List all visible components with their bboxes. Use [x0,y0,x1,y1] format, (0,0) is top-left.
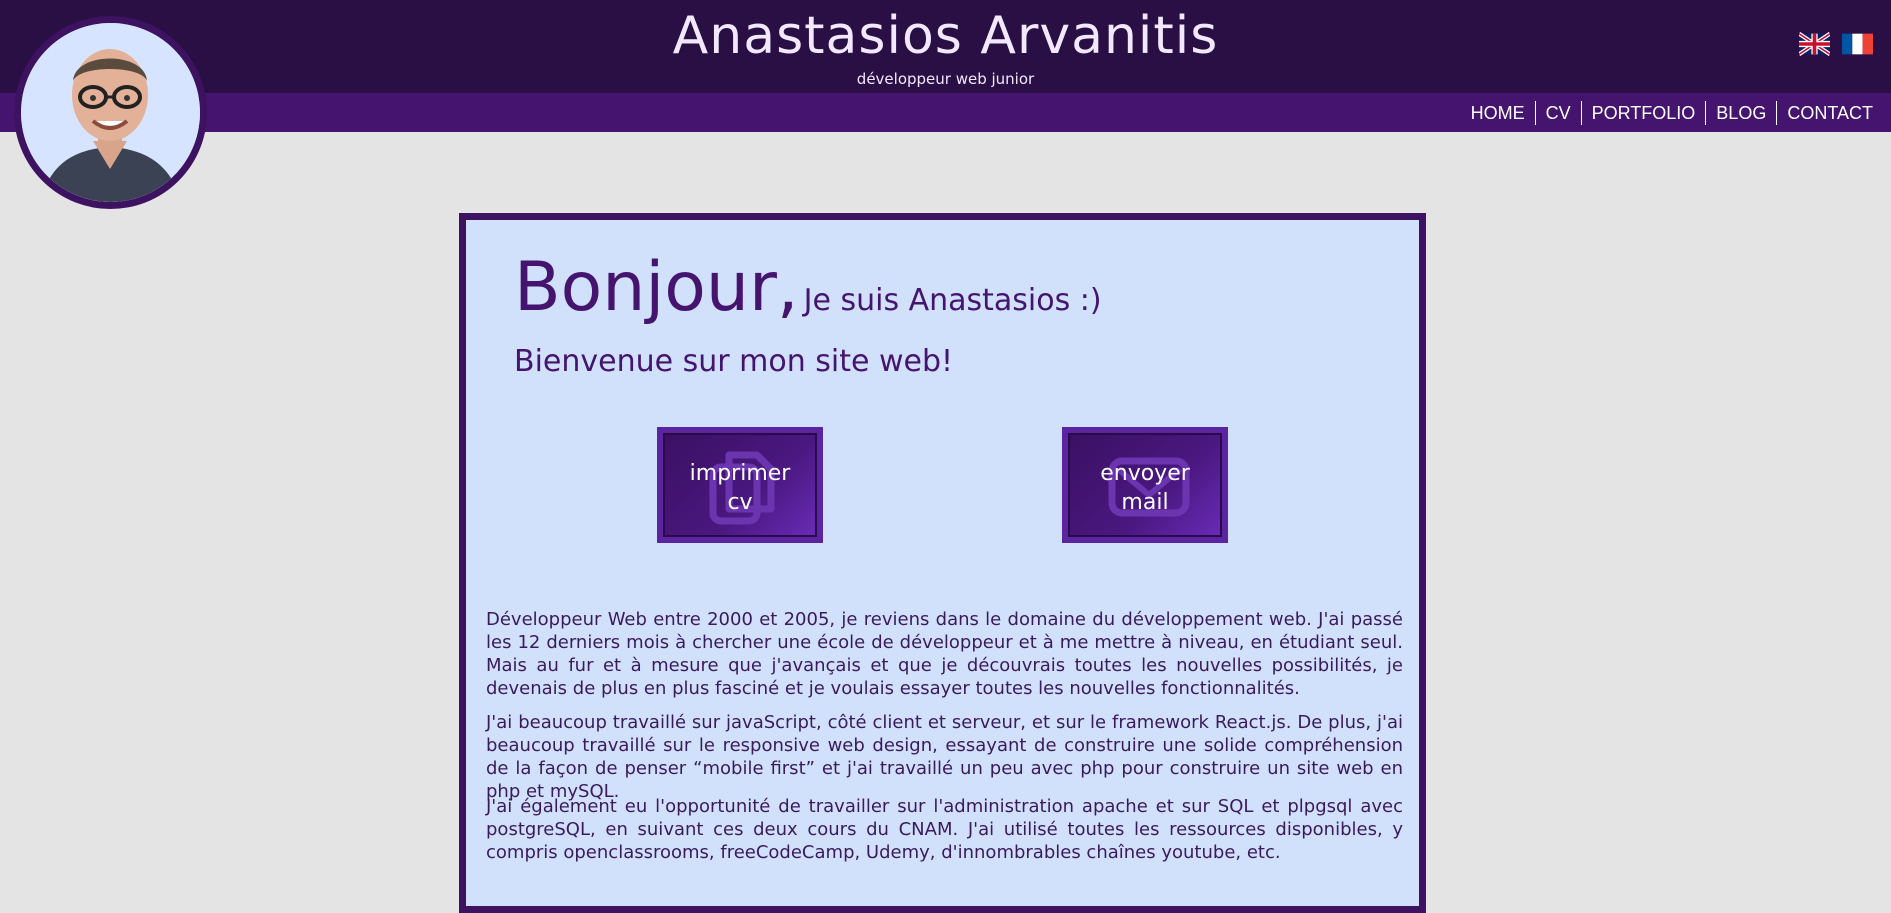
greeting-big: Bonjour, [514,248,799,327]
main-nav: HOME CV PORTFOLIO BLOG CONTACT [1461,101,1883,125]
language-switcher [1799,32,1873,56]
print-cv-button[interactable]: imprimer cv [657,427,823,543]
france-flag-icon[interactable] [1842,32,1873,56]
print-cv-label: imprimer cv [689,461,791,515]
site-subtitle: développeur web junior [856,70,1035,88]
site-title: Anastasios Arvanitis [672,6,1219,66]
greeting-small: Je suis Anastasios :) [803,283,1102,318]
nav-item-blog[interactable]: BLOG [1705,101,1776,125]
send-mail-label: envoyer mail [1100,461,1190,515]
uk-flag-icon[interactable] [1799,32,1830,56]
avatar [14,16,207,209]
intro-card: Bonjour, Je suis Anastasios :) Bienvenue… [459,213,1426,913]
portrait-image [21,23,200,202]
intro-paragraph-3: J'ai également eu l'opportunité de trava… [486,796,1403,863]
intro-paragraph-2: J'ai beaucoup travaillé sur javaScript, … [486,712,1403,802]
nav-item-home[interactable]: HOME [1461,101,1535,125]
nav-item-contact[interactable]: CONTACT [1776,101,1883,125]
site-header: Anastasios Arvanitis développeur web jun… [0,0,1891,93]
nav-bar: HOME CV PORTFOLIO BLOG CONTACT [0,93,1891,132]
greeting: Bonjour, Je suis Anastasios :) [514,248,1102,327]
nav-item-portfolio[interactable]: PORTFOLIO [1580,101,1706,125]
intro-paragraph-1: Développeur Web entre 2000 et 2005, je r… [486,609,1403,699]
welcome-text: Bienvenue sur mon site web! [514,344,954,379]
send-mail-button[interactable]: envoyer mail [1062,427,1228,543]
nav-item-cv[interactable]: CV [1534,101,1581,125]
